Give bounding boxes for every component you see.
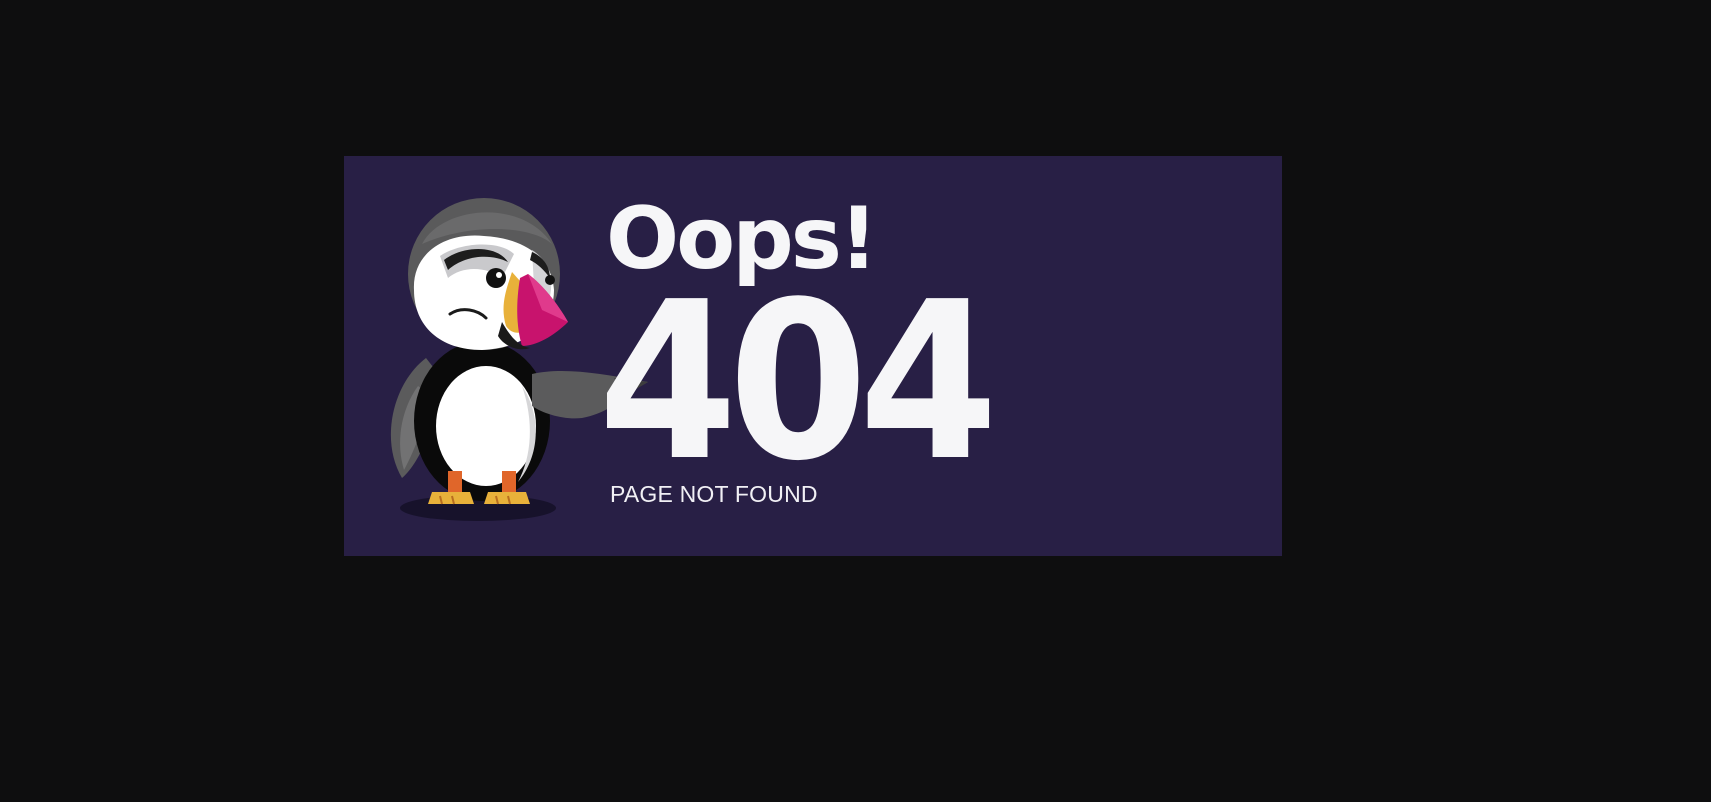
error-banner: Oops! 404 PAGE NOT FOUND (344, 156, 1282, 556)
puffin-eye-right (545, 275, 555, 285)
puffin-eye-left (486, 268, 506, 288)
error-code: 404 (598, 256, 998, 509)
viewport: Oops! 404 PAGE NOT FOUND (0, 0, 1711, 802)
puffin-belly (436, 366, 536, 486)
page-not-found-message: PAGE NOT FOUND (610, 481, 818, 507)
